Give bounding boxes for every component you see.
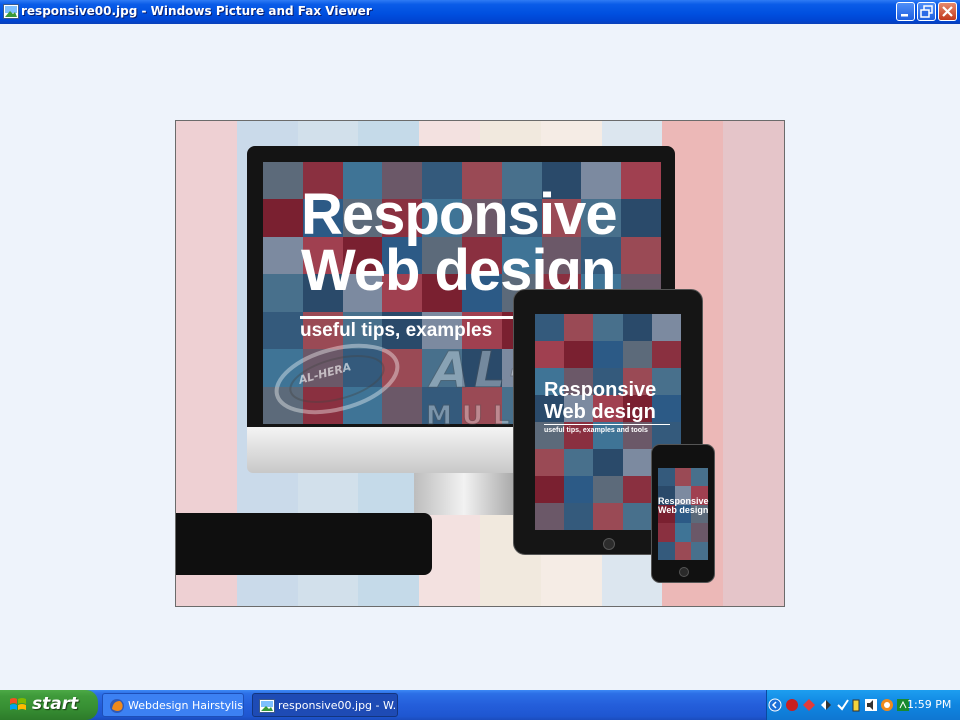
mosaic-tile xyxy=(535,341,565,368)
mosaic-tile xyxy=(658,468,675,487)
taskbar-item-picture-viewer[interactable]: responsive00.jpg - W... xyxy=(252,693,398,717)
window-title: responsive00.jpg - Windows Picture and F… xyxy=(21,4,372,18)
monitor-stand xyxy=(414,473,514,515)
check-icon[interactable] xyxy=(836,698,850,712)
minimize-icon xyxy=(901,14,908,17)
start-button[interactable]: start xyxy=(0,690,98,720)
mosaic-tile xyxy=(535,449,565,476)
mosaic-tile xyxy=(564,476,594,503)
system-tray: 1:59 PM xyxy=(766,690,960,720)
heading-underline xyxy=(300,316,535,319)
picture-viewer-icon xyxy=(259,699,275,713)
tablet-heading-line1: Responsive xyxy=(544,379,657,401)
tray-expand-icon[interactable] xyxy=(768,698,782,712)
mosaic-tile xyxy=(263,199,303,237)
maximize-button[interactable] xyxy=(917,2,936,21)
mosaic-tile xyxy=(263,274,303,312)
firefox-icon xyxy=(110,699,124,713)
security-icon[interactable] xyxy=(785,698,799,712)
tablet-heading: Responsive Web design xyxy=(544,379,656,423)
mosaic-tile xyxy=(651,341,681,368)
mosaic-tile xyxy=(263,162,303,200)
mosaic-tile xyxy=(593,449,623,476)
phone-heading-line2: Web design xyxy=(658,505,709,515)
mosaic-tile xyxy=(176,424,237,485)
mosaic-tile xyxy=(176,121,237,182)
mosaic-tile xyxy=(723,545,784,606)
close-button[interactable] xyxy=(938,2,957,21)
mosaic-tile xyxy=(564,503,594,530)
displayed-image[interactable]: Responsive Web design useful tips, examp… xyxy=(175,120,785,607)
sync-icon[interactable] xyxy=(819,698,833,712)
mosaic-tile xyxy=(176,302,237,364)
mosaic-tile xyxy=(658,523,675,542)
tablet-subtitle: useful tips, examples and tools xyxy=(544,427,648,434)
mosaic-tile xyxy=(593,476,623,503)
title-bar[interactable]: responsive00.jpg - Windows Picture and F… xyxy=(0,0,960,24)
keyboard xyxy=(176,513,432,575)
mosaic-tile xyxy=(723,121,784,182)
mosaic-tile xyxy=(651,314,681,341)
mosaic-tile xyxy=(535,314,565,341)
mosaic-tile xyxy=(691,541,708,560)
mosaic-tile xyxy=(593,341,623,368)
mosaic-tile xyxy=(723,363,784,425)
mosaic-tile xyxy=(564,314,594,341)
mosaic-tile xyxy=(176,181,237,243)
phone-device: Responsive Web design xyxy=(651,444,715,583)
mosaic-tile xyxy=(723,424,784,485)
mosaic-tile xyxy=(564,341,594,368)
mosaic-tile xyxy=(674,468,692,487)
tablet-underline xyxy=(544,424,670,425)
mosaic-tile xyxy=(535,476,565,503)
mosaic-tile xyxy=(176,363,237,425)
windows-logo-icon xyxy=(10,698,26,710)
mosaic-tile xyxy=(564,449,594,476)
tablet-heading-line2: Web design xyxy=(544,401,656,423)
taskbar: start Webdesign Hairstylist... responsiv… xyxy=(0,690,960,720)
taskbar-item-label: Webdesign Hairstylist... xyxy=(128,699,243,712)
mosaic-tile xyxy=(622,503,652,530)
mosaic-tile xyxy=(674,541,692,560)
mosaic-tile xyxy=(674,523,692,542)
network-icon[interactable] xyxy=(802,698,816,712)
mosaic-tile xyxy=(621,199,661,237)
picture-viewer-icon xyxy=(3,4,19,19)
image-viewer-area[interactable]: Responsive Web design useful tips, examp… xyxy=(0,24,960,706)
tablet-home-button xyxy=(603,538,615,550)
mosaic-tile xyxy=(621,162,661,200)
mosaic-tile xyxy=(622,314,652,341)
mosaic-tile xyxy=(723,484,784,546)
mosaic-tile xyxy=(723,242,784,303)
taskbar-item-label: responsive00.jpg - W... xyxy=(278,699,398,712)
main-heading-line1: Responsive xyxy=(301,182,618,247)
minimize-button[interactable] xyxy=(896,2,915,21)
phone-heading: Responsive Web design xyxy=(658,497,709,515)
start-label: start xyxy=(32,694,79,714)
battery-icon[interactable] xyxy=(849,698,863,712)
mosaic-tile xyxy=(622,476,652,503)
taskbar-item-firefox[interactable]: Webdesign Hairstylist... xyxy=(102,693,244,717)
mosaic-tile xyxy=(621,236,661,275)
mosaic-tile xyxy=(691,523,708,542)
mosaic-tile xyxy=(691,468,708,487)
mosaic-tile xyxy=(176,242,237,303)
close-icon xyxy=(942,6,953,17)
mosaic-tile xyxy=(593,314,623,341)
clock: 1:59 PM xyxy=(907,698,952,711)
mosaic-tile xyxy=(263,236,303,275)
volume-icon[interactable] xyxy=(864,698,878,712)
mosaic-tile xyxy=(622,341,652,368)
mosaic-tile xyxy=(622,449,652,476)
mosaic-tile xyxy=(723,302,784,364)
phone-home-button xyxy=(679,567,689,577)
mosaic-tile xyxy=(658,541,675,560)
mosaic-tile xyxy=(535,503,565,530)
restore-icon xyxy=(920,5,933,18)
firefox-tray-icon[interactable] xyxy=(880,698,894,712)
mosaic-tile xyxy=(723,181,784,243)
mosaic-tile xyxy=(593,503,623,530)
main-heading: Responsive Web design xyxy=(301,182,618,300)
